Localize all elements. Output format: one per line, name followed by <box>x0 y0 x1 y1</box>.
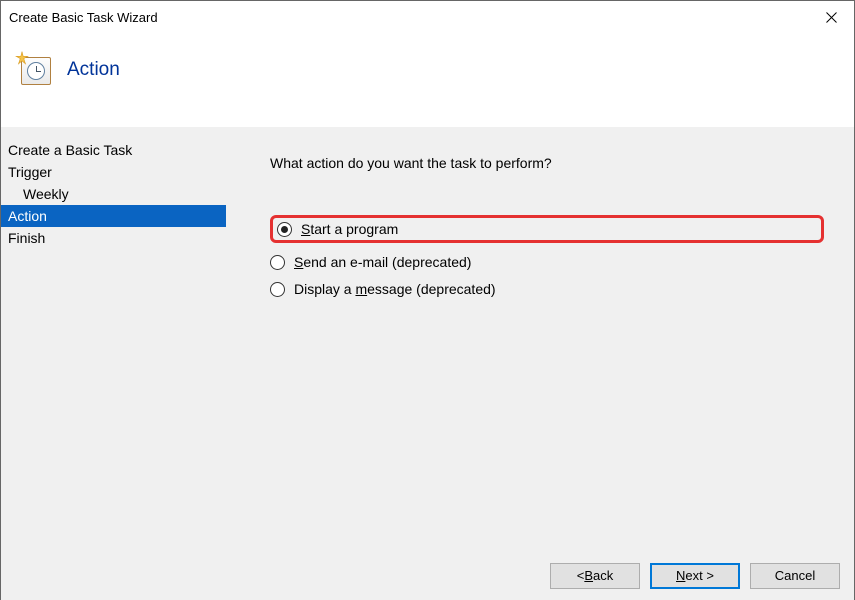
action-question: What action do you want the task to perf… <box>270 155 824 171</box>
option-send-email[interactable]: Send an e-mail (deprecated) <box>270 254 824 270</box>
radio-start-program[interactable] <box>277 222 292 237</box>
wizard-header: Action <box>1 33 854 127</box>
radio-display-message[interactable] <box>270 282 285 297</box>
option-start-program-label: Start a program <box>301 221 398 237</box>
wizard-icon <box>17 53 53 87</box>
cancel-button[interactable]: Cancel <box>750 563 840 589</box>
wizard-body: Create a Basic Task Trigger Weekly Actio… <box>1 127 854 551</box>
close-icon <box>826 12 837 23</box>
radio-send-email[interactable] <box>270 255 285 270</box>
step-weekly[interactable]: Weekly <box>1 183 226 205</box>
step-trigger[interactable]: Trigger <box>1 161 226 183</box>
option-display-message-label: Display a message (deprecated) <box>294 281 496 297</box>
close-button[interactable] <box>809 1 854 33</box>
step-finish[interactable]: Finish <box>1 227 226 249</box>
back-button[interactable]: < Back <box>550 563 640 589</box>
next-button[interactable]: Next > <box>650 563 740 589</box>
titlebar: Create Basic Task Wizard <box>1 1 854 33</box>
option-send-email-label: Send an e-mail (deprecated) <box>294 254 471 270</box>
step-action[interactable]: Action <box>1 205 226 227</box>
wizard-footer: < Back Next > Cancel <box>1 551 854 600</box>
step-create-basic-task[interactable]: Create a Basic Task <box>1 139 226 161</box>
option-start-program[interactable]: Start a program <box>270 215 824 243</box>
page-title: Action <box>67 51 120 81</box>
option-display-message[interactable]: Display a message (deprecated) <box>270 281 824 297</box>
wizard-steps: Create a Basic Task Trigger Weekly Actio… <box>1 127 226 551</box>
main-panel: What action do you want the task to perf… <box>226 127 854 551</box>
window-title: Create Basic Task Wizard <box>9 10 809 25</box>
action-options: Start a program Send an e-mail (deprecat… <box>270 215 824 297</box>
